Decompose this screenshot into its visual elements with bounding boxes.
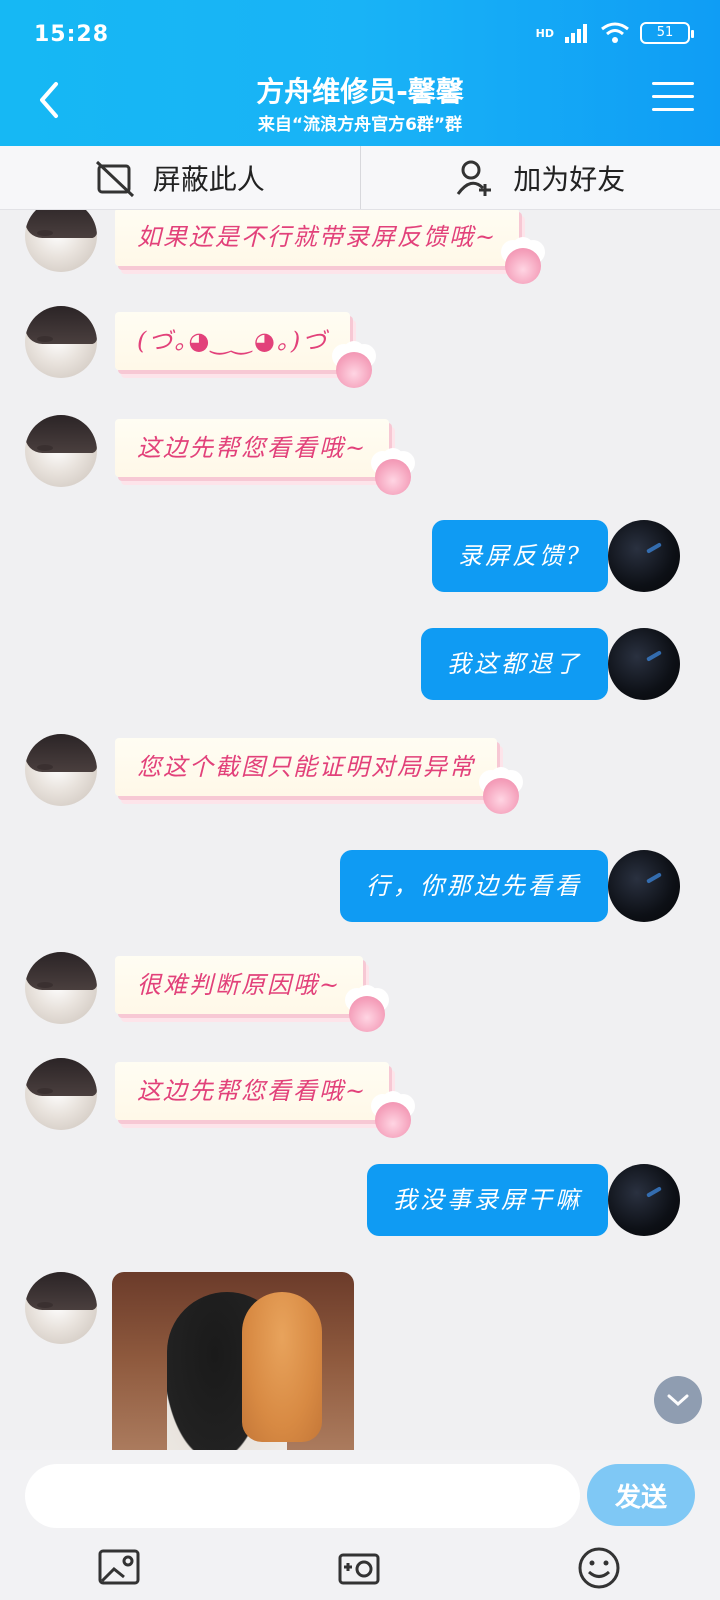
input-toolbar <box>0 1545 720 1600</box>
message-bubble-left[interactable]: 这边先帮您看看哦~ <box>115 1062 412 1138</box>
message-bubble-left[interactable]: (づ｡◕‿‿◕｡)づ <box>115 312 373 388</box>
action-bar: 屏蔽此人 加为好友 <box>0 146 720 210</box>
message-text: 您这个截图只能证明对局异常 <box>137 753 475 781</box>
block-user-label: 屏蔽此人 <box>152 162 265 196</box>
input-bar: 发送 <box>0 1450 720 1600</box>
message-bubble-left[interactable]: 您这个截图只能证明对局异常 <box>115 738 519 814</box>
message-row: 很难判断原因哦~ <box>0 952 720 1032</box>
avatar-self[interactable] <box>608 1164 680 1236</box>
wifi-icon <box>601 22 629 43</box>
message-text: (づ｡◕‿‿◕｡)づ <box>137 327 329 355</box>
block-icon <box>95 160 134 197</box>
message-text: 我没事录屏干嘛 <box>393 1186 582 1214</box>
avatar-other[interactable] <box>25 210 97 272</box>
message-bubble-right[interactable]: 我这都退了 <box>421 628 608 700</box>
chat-title: 方舟维修员-馨馨 <box>256 75 464 108</box>
chat-subtitle: 来自“流浪方舟官方6群”群 <box>257 115 463 135</box>
avatar-self[interactable] <box>608 628 680 700</box>
paw-sticker-icon <box>349 996 386 1032</box>
message-row: 如果还是不行就带录屏反馈哦~ <box>0 210 720 284</box>
menu-icon <box>652 82 694 85</box>
avatar-other[interactable] <box>25 734 97 806</box>
message-text: 这边先帮您看看哦~ <box>137 1077 368 1105</box>
avatar-self[interactable] <box>608 520 680 592</box>
message-row <box>0 1272 720 1450</box>
message-row: 我没事录屏干嘛 <box>0 1164 720 1236</box>
add-friend-button[interactable]: 加为好友 <box>361 146 720 209</box>
message-row: 这边先帮您看看哦~ <box>0 415 720 495</box>
camera-icon <box>338 1553 380 1585</box>
paw-sticker-icon <box>375 459 412 495</box>
battery-indicator: 51 <box>640 22 694 44</box>
avatar-other[interactable] <box>25 1058 97 1130</box>
image-message[interactable] <box>112 1272 354 1450</box>
message-text: 如果还是不行就带录屏反馈哦~ <box>137 223 498 251</box>
avatar-self[interactable] <box>608 850 680 922</box>
message-text: 录屏反馈? <box>458 542 582 570</box>
paw-sticker-icon <box>483 778 519 814</box>
message-text: 我这都退了 <box>447 650 582 678</box>
message-text: 很难判断原因哦~ <box>137 971 342 999</box>
status-icons: HD 51 <box>535 22 694 44</box>
message-row: (づ｡◕‿‿◕｡)づ <box>0 306 720 388</box>
avatar-other[interactable] <box>25 306 97 378</box>
message-row: 我这都退了 <box>0 628 720 700</box>
chat-messages[interactable]: 如果还是不行就带录屏反馈哦~ (づ｡◕‿‿◕｡)づ 这边先帮您看看哦~ 录屏反馈… <box>0 210 720 1450</box>
add-friend-label: 加为好友 <box>513 162 626 196</box>
send-button[interactable]: 发送 <box>587 1464 695 1526</box>
chat-header: 15:28 HD 51 方舟维修员-馨馨 来自“流浪方舟官方6群”群 <box>0 0 720 146</box>
message-row: 这边先帮您看看哦~ <box>0 1058 720 1138</box>
message-text: 行，你那边先看看 <box>366 872 582 900</box>
paw-sticker-icon <box>505 248 542 284</box>
paw-sticker-icon <box>375 1102 412 1138</box>
camera-button[interactable] <box>336 1545 382 1591</box>
avatar-other[interactable] <box>25 952 97 1024</box>
status-time: 15:28 <box>34 22 110 47</box>
avatar-other[interactable] <box>25 415 97 487</box>
message-input[interactable] <box>25 1464 580 1528</box>
message-bubble-left[interactable]: 这边先帮您看看哦~ <box>115 419 412 495</box>
signal-icon <box>565 24 587 43</box>
message-bubble-right[interactable]: 我没事录屏干嘛 <box>367 1164 608 1236</box>
image-button[interactable] <box>96 1545 142 1591</box>
status-bar: 15:28 HD 51 <box>0 0 720 72</box>
message-bubble-right[interactable]: 行，你那边先看看 <box>340 850 608 922</box>
scroll-to-bottom-button[interactable] <box>654 1376 702 1424</box>
message-bubble-right[interactable]: 录屏反馈? <box>432 520 608 592</box>
avatar-other[interactable] <box>25 1272 97 1344</box>
emoji-icon <box>578 1547 620 1589</box>
message-text: 这边先帮您看看哦~ <box>137 434 368 462</box>
message-row: 行，你那边先看看 <box>0 850 720 922</box>
add-friend-icon <box>457 160 492 196</box>
menu-button[interactable] <box>652 82 694 116</box>
hd-label: HD <box>535 26 554 40</box>
message-bubble-left[interactable]: 很难判断原因哦~ <box>115 956 386 1032</box>
image-icon <box>98 1549 140 1585</box>
emoji-button[interactable] <box>576 1545 622 1591</box>
block-user-button[interactable]: 屏蔽此人 <box>0 146 360 209</box>
paw-sticker-icon <box>336 352 373 388</box>
message-row: 您这个截图只能证明对局异常 <box>0 734 720 814</box>
cat-photo-orange <box>242 1292 322 1442</box>
message-bubble-left[interactable]: 如果还是不行就带录屏反馈哦~ <box>115 210 542 284</box>
chevron-down-icon <box>667 1394 689 1407</box>
message-row: 录屏反馈? <box>0 520 720 592</box>
